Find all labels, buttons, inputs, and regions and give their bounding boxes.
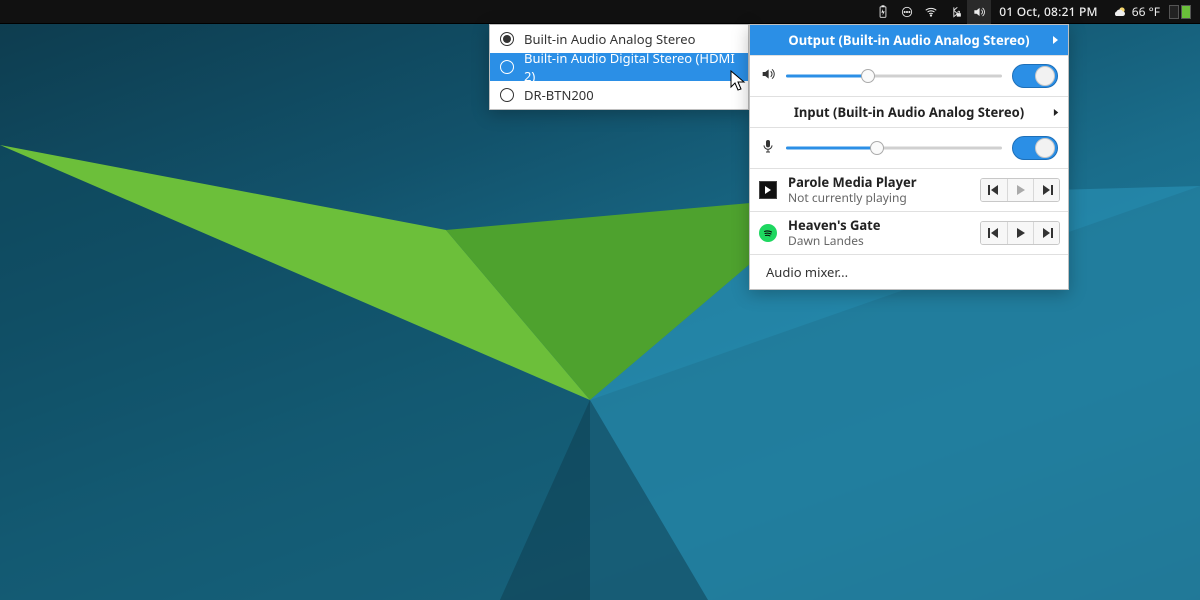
battery-icon[interactable] bbox=[871, 0, 895, 24]
output-device-option[interactable]: DR-BTN200 bbox=[490, 81, 748, 109]
input-volume-row bbox=[750, 127, 1068, 168]
output-header-label: Output (Built-in Audio Analog Stereo) bbox=[788, 31, 1029, 49]
workspace-switcher[interactable] bbox=[1166, 5, 1194, 19]
input-header-label: Input (Built-in Audio Analog Stereo) bbox=[794, 103, 1024, 121]
cursor-icon bbox=[730, 70, 748, 92]
previous-track-button[interactable] bbox=[981, 222, 1007, 244]
previous-track-button[interactable] bbox=[981, 179, 1007, 201]
media-player-row: Parole Media Player Not currently playin… bbox=[750, 168, 1068, 211]
system-tray: 01 Oct, 08:21 PM 66 °F bbox=[871, 0, 1194, 24]
play-button[interactable] bbox=[1007, 222, 1033, 244]
output-device-submenu: Built-in Audio Analog Stereo Built-in Au… bbox=[489, 24, 749, 110]
next-track-button[interactable] bbox=[1033, 179, 1059, 201]
radio-icon bbox=[500, 60, 514, 74]
messaging-icon[interactable] bbox=[895, 0, 919, 24]
chevron-right-icon bbox=[1053, 103, 1060, 121]
audio-menu: Output (Built-in Audio Analog Stereo) In… bbox=[749, 24, 1069, 290]
microphone-icon bbox=[760, 138, 776, 158]
output-volume-slider[interactable] bbox=[786, 69, 1002, 83]
bluetooth-lock-icon[interactable] bbox=[943, 0, 967, 24]
chevron-right-icon bbox=[1052, 31, 1060, 49]
output-device-label: DR-BTN200 bbox=[524, 86, 594, 104]
output-device-option[interactable]: Built-in Audio Digital Stereo (HDMI 2) bbox=[490, 53, 748, 81]
output-mute-toggle[interactable] bbox=[1012, 64, 1058, 88]
media-player-row: Heaven's Gate Dawn Landes bbox=[750, 211, 1068, 254]
parole-app-icon bbox=[758, 180, 778, 200]
wifi-icon[interactable] bbox=[919, 0, 943, 24]
output-header[interactable]: Output (Built-in Audio Analog Stereo) bbox=[750, 25, 1068, 55]
player-controls bbox=[980, 221, 1060, 245]
clock[interactable]: 01 Oct, 08:21 PM bbox=[991, 3, 1106, 20]
play-button[interactable] bbox=[1007, 179, 1033, 201]
weather-applet[interactable]: 66 °F bbox=[1106, 3, 1166, 20]
workspace-2[interactable] bbox=[1181, 5, 1191, 19]
input-volume-slider[interactable] bbox=[786, 141, 1002, 155]
radio-icon bbox=[500, 32, 514, 46]
input-header[interactable]: Input (Built-in Audio Analog Stereo) bbox=[750, 96, 1068, 127]
weather-temp: 66 °F bbox=[1132, 3, 1160, 20]
player-subtitle: Dawn Landes bbox=[788, 234, 970, 248]
spotify-app-icon bbox=[758, 223, 778, 243]
player-controls bbox=[980, 178, 1060, 202]
output-device-label: Built-in Audio Analog Stereo bbox=[524, 30, 695, 48]
next-track-button[interactable] bbox=[1033, 222, 1059, 244]
workspace-1[interactable] bbox=[1169, 5, 1179, 19]
output-volume-row bbox=[750, 55, 1068, 96]
radio-icon bbox=[500, 88, 514, 102]
top-panel: 01 Oct, 08:21 PM 66 °F bbox=[0, 0, 1200, 24]
input-mute-toggle[interactable] bbox=[1012, 136, 1058, 160]
volume-icon[interactable] bbox=[967, 0, 991, 24]
audio-mixer-link[interactable]: Audio mixer... bbox=[750, 254, 1068, 289]
player-subtitle: Not currently playing bbox=[788, 191, 970, 205]
speaker-icon bbox=[760, 66, 776, 86]
output-device-label: Built-in Audio Digital Stereo (HDMI 2) bbox=[524, 49, 738, 85]
